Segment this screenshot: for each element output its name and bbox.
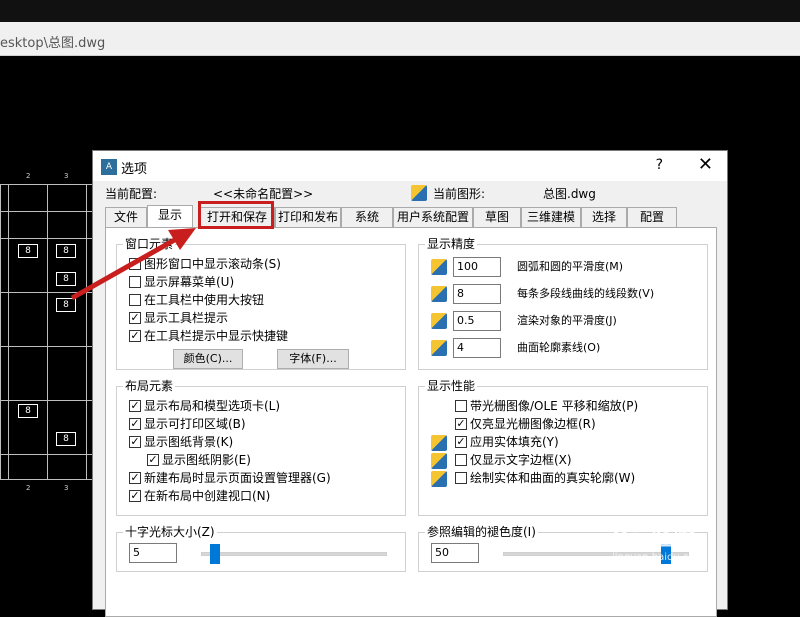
- watermark: Bai经验 jingyan.baidu.com: [612, 520, 704, 563]
- watermark-main: Bai经验: [612, 526, 696, 551]
- watermark-sub: jingyan.baidu.com: [612, 552, 705, 563]
- annotation-arrow: [70, 228, 196, 301]
